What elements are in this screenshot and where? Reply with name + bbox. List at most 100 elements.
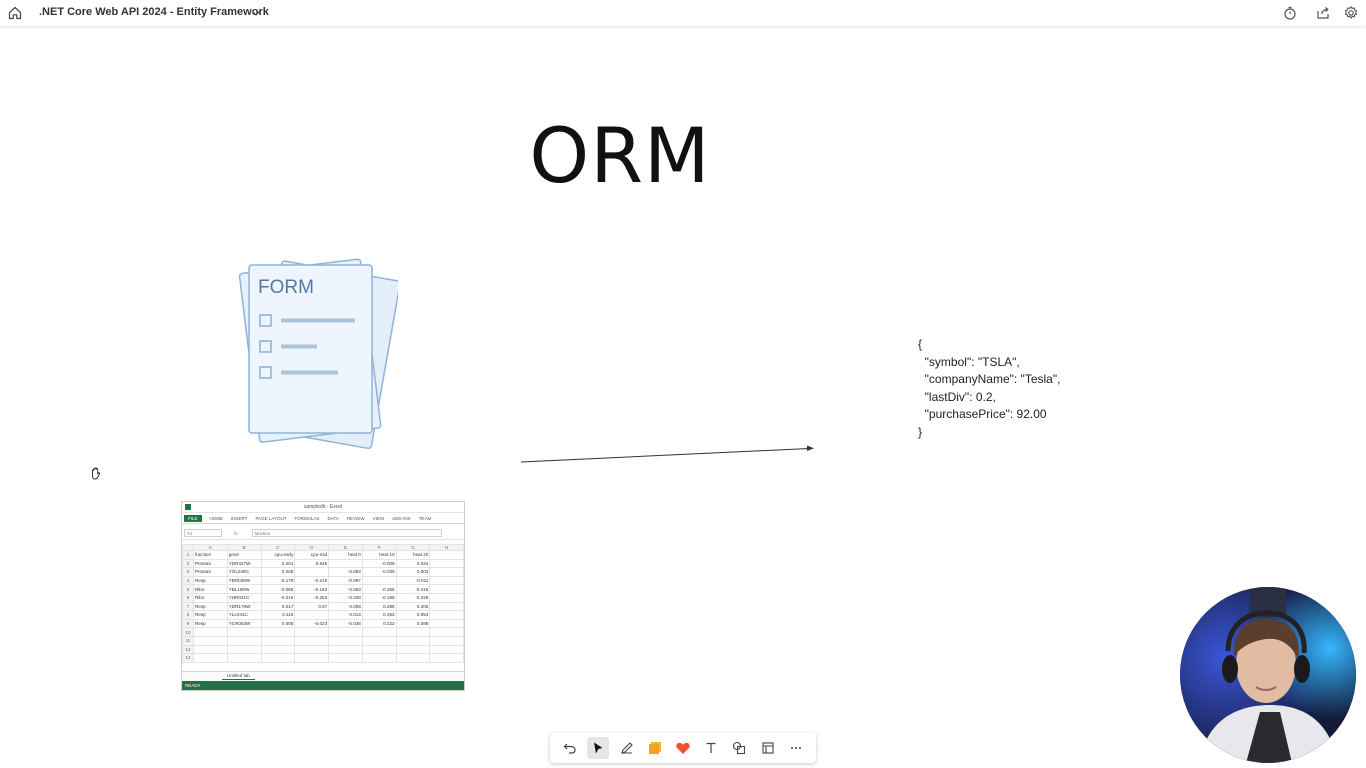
- excel-row: 13: [182, 653, 464, 663]
- excel-cell: [429, 601, 464, 612]
- excel-cell: 0.013: [328, 610, 363, 620]
- excel-ribbon-tab: REVIEW: [346, 515, 365, 521]
- excel-cell: -0.228: [328, 592, 363, 603]
- excel-cell: [192, 644, 228, 655]
- excel-cell: [429, 567, 464, 577]
- home-icon[interactable]: [7, 5, 23, 21]
- excel-cell: [429, 635, 464, 646]
- presenter-video: [1180, 587, 1356, 763]
- excel-row-number: 2: [182, 558, 194, 569]
- board-title[interactable]: .NET Core Web API 2024 - Entity Framewor…: [39, 6, 269, 18]
- excel-cell: [294, 567, 330, 577]
- excel-row: 6 Ribo YHR021C -0.216 -0.253 -0.228 -0.168 -0.2…: [182, 592, 464, 603]
- undo-icon: [563, 743, 576, 754]
- excel-row-number: 7: [182, 601, 194, 612]
- pen-tool-button[interactable]: [616, 737, 638, 759]
- excel-cell: [294, 644, 330, 655]
- excel-cell: YDR178W: [226, 601, 262, 612]
- excel-cell: [328, 653, 363, 663]
- excel-cell: cpu-early: [260, 550, 296, 560]
- excel-cell: 0.017: [260, 601, 296, 612]
- webcam-overlay: [1180, 587, 1356, 763]
- excel-cell: [395, 653, 431, 663]
- excel-cell: [361, 575, 397, 586]
- reaction-button[interactable]: [672, 737, 694, 759]
- excel-cell: [294, 635, 330, 646]
- excel-cell: [429, 644, 464, 655]
- excel-cell: 0.286: [361, 601, 397, 612]
- excel-row: 3 Proteas YGL048C 0.208 -0.063 -0.039 0.003: [182, 567, 464, 577]
- excel-row: 12: [182, 644, 464, 655]
- excel-row: 11: [182, 635, 464, 646]
- connector-arrow[interactable]: [515, 440, 820, 470]
- json-line: "lastDiv": 0.2,: [918, 389, 996, 404]
- excel-cell: YLL041C: [226, 610, 262, 620]
- form-label: FORM: [258, 277, 314, 298]
- excel-cell: [226, 627, 262, 637]
- text-tool-button[interactable]: [700, 737, 722, 759]
- excel-cell: [328, 627, 363, 637]
- excel-row: 8 Resp YLL041C 0.115 0.013 0.262 0.054: [182, 610, 464, 620]
- more-tools-button[interactable]: [785, 737, 807, 759]
- excel-row-number: 12: [182, 644, 194, 655]
- excel-cell: Resp: [192, 601, 228, 612]
- excel-cell: [192, 653, 228, 663]
- share-icon[interactable]: [1315, 5, 1331, 21]
- excel-cell: Proteas: [192, 558, 228, 569]
- excel-ribbon-tab: ADD-INS: [392, 515, 411, 521]
- excel-cell: -0.253: [294, 592, 330, 603]
- excel-cell: [429, 618, 464, 629]
- excel-window-title: sampledb - Excel: [303, 504, 343, 510]
- excel-cell: YDR427W: [226, 558, 262, 569]
- excel-cell: [328, 635, 363, 646]
- excel-row-number: 9: [182, 618, 194, 629]
- text-icon: [706, 742, 716, 753]
- excel-cell: [192, 635, 228, 646]
- excel-cell: -0.039: [361, 567, 397, 577]
- excel-cell: -0.228: [395, 592, 431, 603]
- json-object-text[interactable]: { "symbol": "TSLA", "companyName": "Tesl…: [918, 336, 1060, 442]
- pen-icon: [620, 742, 633, 754]
- excel-cell: -0.219: [294, 575, 330, 586]
- excel-cell: -0.085: [260, 584, 296, 594]
- excel-row: 1 function gene cpu-early cpu-mid heat 0 heat …: [182, 550, 464, 560]
- excel-cell: -0.023: [294, 618, 330, 629]
- shapes-icon: [733, 741, 746, 755]
- excel-cell: [328, 558, 363, 569]
- excel-row: 9 Resp YCR083W 0.005 -0.023 -0.038 0.222 0.088: [182, 618, 464, 629]
- excel-ribbon: FILE HOME INSERT PAGE LAYOUT FORMULAS DATA REV…: [182, 513, 464, 524]
- excel-cell: 0.262: [361, 610, 397, 620]
- excel-cell: 0.115: [260, 610, 296, 620]
- excel-row: 5 Ribo YBL180W -0.085 -0.162 -0.063 -0.265 -0.4…: [182, 584, 464, 594]
- json-line: "symbol": "TSLA",: [918, 354, 1020, 369]
- excel-cell: -0.162: [294, 584, 330, 594]
- undo-button[interactable]: [559, 737, 581, 759]
- excel-cell: YCR083W: [226, 618, 262, 629]
- select-tool-button[interactable]: [587, 737, 610, 759]
- sticky-note-button[interactable]: [644, 737, 666, 759]
- timer-icon[interactable]: [1282, 5, 1298, 21]
- excel-cell: [226, 653, 262, 663]
- excel-row-number: 8: [182, 610, 194, 620]
- excel-spreadsheet-image[interactable]: sampledb - Excel FILE HOME INSERT PAGE LAYO…: [181, 501, 465, 691]
- excel-cell: -0.038: [328, 618, 363, 629]
- excel-cell: 0.005: [260, 618, 296, 629]
- shapes-tool-button[interactable]: [728, 737, 750, 759]
- excel-cell: cpu-mid: [294, 550, 330, 560]
- orm-heading: ORM: [529, 111, 711, 200]
- excel-cell: [294, 610, 330, 620]
- excel-logo-icon: [185, 504, 191, 510]
- frame-tool-button[interactable]: [757, 737, 779, 759]
- excel-cell: Ribo: [192, 584, 228, 594]
- excel-ribbon-tab: FILE: [184, 514, 202, 522]
- excel-cell: -0.216: [260, 592, 296, 603]
- gear-icon[interactable]: [1343, 5, 1359, 21]
- chevron-down-icon[interactable]: [250, 7, 262, 19]
- excel-cell: -0.178: [260, 575, 296, 586]
- excel-cell: [395, 627, 431, 637]
- excel-row-number: 6: [182, 592, 194, 603]
- excel-ribbon-tab: DATA: [327, 515, 339, 521]
- excel-cell: YBR039W: [226, 575, 262, 586]
- excel-cell: heat 10: [361, 550, 397, 560]
- excel-cell: [260, 635, 296, 646]
